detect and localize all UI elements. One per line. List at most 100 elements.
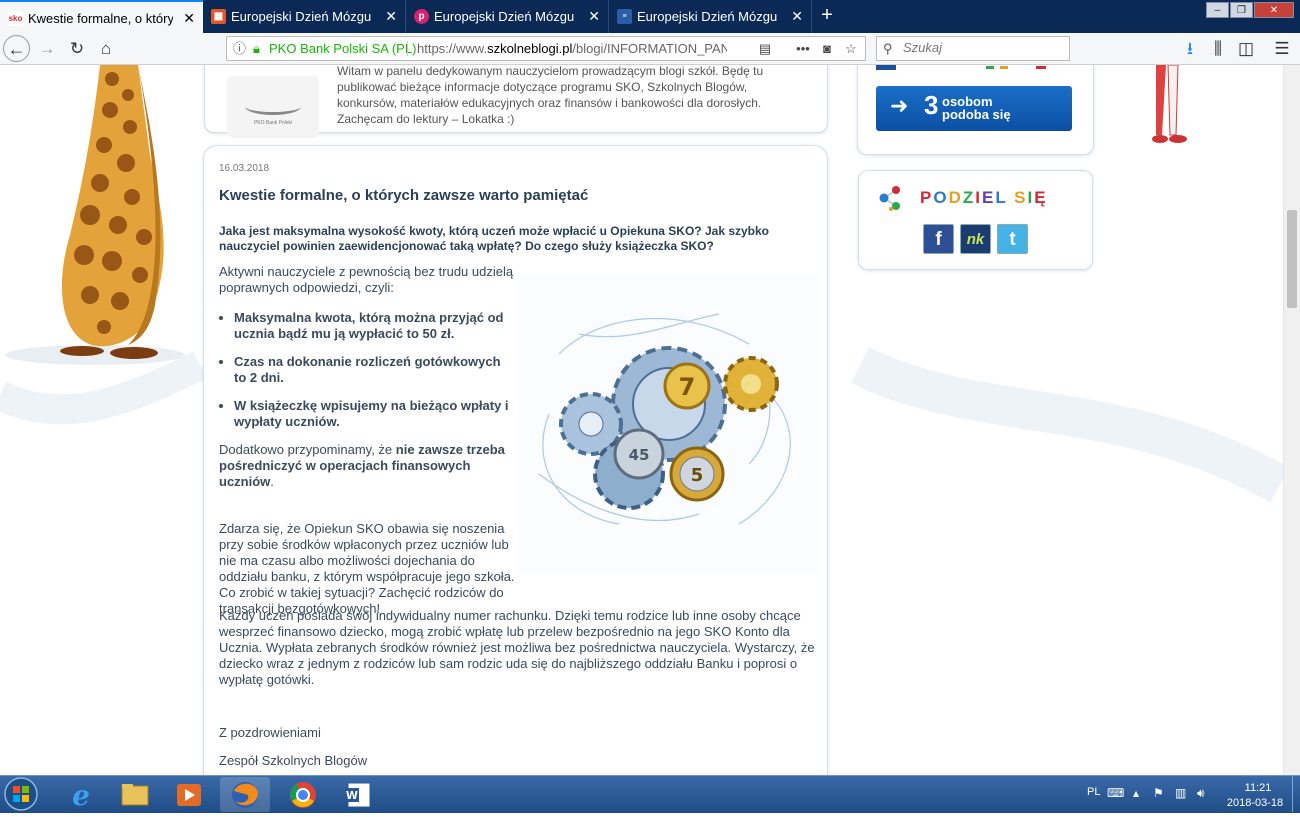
like-box-header-partial: [876, 65, 1046, 70]
arrow-right-icon: ➜: [890, 93, 909, 118]
gear-right-icon: [723, 356, 779, 412]
url-domain: szkolneblogi.pl: [487, 41, 573, 56]
share-title-letter: D: [948, 188, 963, 207]
site-info-icon[interactable]: ⓘ: [233, 37, 246, 60]
firefox-icon[interactable]: [220, 777, 270, 812]
post-title[interactable]: Kwestie formalne, o których zawsze warto…: [219, 187, 588, 204]
lock-icon: 🔒︎: [253, 41, 260, 56]
clock-date[interactable]: 2018-03-18: [1222, 797, 1288, 809]
svg-text:W: W: [346, 789, 358, 802]
word-icon[interactable]: W: [334, 777, 384, 812]
tab-close-icon[interactable]: ✕: [385, 0, 397, 33]
close-window-button[interactable]: ✕: [1254, 2, 1294, 18]
url-separator: [407, 41, 408, 56]
nk-share-button[interactable]: nk: [960, 224, 991, 254]
post-signature: Zespół Szkolnych Blogów: [219, 753, 368, 768]
chrome-icon[interactable]: [278, 777, 328, 812]
author-panel: PKO Bank Polski Witam w panelu dedykowan…: [204, 65, 828, 138]
show-desktop-button[interactable]: [1292, 776, 1300, 812]
sidebar-icon[interactable]: ◫: [1234, 37, 1258, 61]
news-favicon-icon: ≡: [617, 9, 632, 24]
reader-view-icon[interactable]: ▤: [755, 37, 775, 60]
windows-taskbar: e W PL ⌨ ▴ ⚑ ▥ 🔊︎ 11:21 2018-03-18: [0, 775, 1300, 813]
downloads-icon[interactable]: ⭳: [1178, 37, 1202, 61]
p-favicon-icon: p: [414, 9, 429, 24]
reload-icon[interactable]: ↻: [65, 37, 89, 61]
tab-close-icon[interactable]: ✕: [588, 0, 600, 33]
post-full-width-text: Każdy uczeń posiada swój indywidualny nu…: [219, 608, 819, 688]
library-icon[interactable]: ⫼: [1206, 37, 1230, 61]
new-tab-button[interactable]: +: [814, 0, 840, 33]
mascot-legs: [1152, 65, 1187, 143]
media-player-icon[interactable]: [164, 777, 214, 812]
gears-coins-illustration: 7 45 5: [519, 274, 817, 574]
author-intro-text: Witam w panelu dedykowanym nauczycielom …: [337, 65, 764, 126]
minimize-button[interactable]: –: [1206, 2, 1229, 18]
search-bar[interactable]: ⚲: [876, 36, 1070, 61]
pko-logo-caption: PKO Bank Polski: [253, 120, 293, 126]
language-indicator[interactable]: PL: [1087, 786, 1100, 798]
home-icon[interactable]: ⌂: [94, 37, 118, 61]
tab-dzien-mozgu-2018[interactable]: ▦ Europejski Dzień Mózgu 2018 - ✕: [203, 0, 406, 33]
tray-expand-icon[interactable]: ▴: [1133, 786, 1139, 800]
tab-label: Kwestie formalne, o których zaw: [28, 11, 173, 26]
share-title-letter: Z: [962, 188, 976, 207]
page-actions-icon[interactable]: •••: [793, 37, 813, 60]
bookmark-star-icon[interactable]: ☆: [841, 37, 861, 60]
url-prefix: https://www.: [417, 41, 488, 56]
like-label-line2: podoba się: [942, 107, 1011, 122]
restore-button[interactable]: ❐: [1230, 2, 1253, 18]
share-title-letter: Ę: [1034, 188, 1048, 207]
pocket-icon[interactable]: ◙: [817, 37, 837, 60]
reminder-suffix: .: [270, 474, 274, 489]
tab-strip: sko Kwestie formalne, o których zaw ✕ ▦ …: [0, 0, 1300, 33]
tab-close-icon[interactable]: ✕: [791, 0, 803, 33]
post-bullet-list: Maksymalna kwota, którą można przyjąć od…: [219, 310, 519, 430]
url-path: /blogi/INFORMATION_PANE: [572, 41, 727, 56]
network-icon[interactable]: ▥: [1175, 786, 1186, 800]
volume-icon[interactable]: 🔊︎: [1197, 786, 1205, 801]
post-paragraph-3: Każdy uczeń posiada swój indywidualny nu…: [219, 608, 815, 687]
coin-five-icon: 5: [669, 446, 725, 502]
twitter-share-button[interactable]: t: [997, 224, 1028, 254]
coin-label: 7: [679, 373, 696, 401]
file-explorer-icon[interactable]: [110, 777, 160, 812]
post-lead: Jaka jest maksymalna wysokość kwoty, któ…: [219, 224, 770, 253]
list-item: W książeczkę wpisujemy na bieżąco wpłaty…: [234, 398, 519, 430]
like-box: ➜ 3 osobom podoba się: [857, 65, 1094, 155]
share-icon: [879, 186, 900, 211]
internet-explorer-icon[interactable]: e: [56, 777, 106, 812]
share-title-letter: P: [920, 188, 934, 207]
tab-dzien-mozgu-czyli[interactable]: ≡ Europejski Dzień Mózgu czyli m ✕: [609, 0, 812, 33]
tab-close-icon[interactable]: ✕: [183, 2, 195, 33]
coin-45-icon: 45: [613, 428, 665, 480]
menu-icon[interactable]: ☰: [1270, 37, 1294, 61]
reminder-prefix: Dodatkowo przypominamy, że: [219, 442, 396, 457]
tab-kwestie-formalne[interactable]: sko Kwestie formalne, o których zaw ✕: [0, 0, 203, 33]
post-intro: Aktywni nauczyciele z pewnością bez trud…: [219, 264, 514, 295]
coin-label: 45: [629, 446, 650, 464]
tab-dzien-mozgu-18[interactable]: p Europejski Dzień Mózgu - 18 m ✕: [406, 0, 609, 33]
post-signoff: Z pozdrowieniami: [219, 725, 321, 740]
forward-arrow-icon[interactable]: →: [35, 37, 59, 61]
keyboard-icon[interactable]: ⌨: [1107, 786, 1124, 800]
coin-seven-icon: 7: [663, 362, 711, 410]
like-label: osobom podoba się: [942, 95, 1011, 121]
share-title-letter: E: [981, 188, 996, 207]
scrollbar-thumb[interactable]: [1287, 210, 1297, 308]
back-arrow-icon[interactable]: ←: [3, 35, 30, 62]
page-scrollbar[interactable]: [1283, 65, 1300, 775]
url-text[interactable]: https://www.szkolneblogi.pl/blogi/INFORM…: [417, 37, 727, 60]
url-bar[interactable]: ⓘ 🔒︎ PKO Bank Polski SA (PL) https://www…: [226, 36, 866, 61]
list-item: Czas na dokonanie rozliczeń gotówkowych …: [234, 354, 519, 386]
sko-favicon-icon: sko: [8, 11, 23, 26]
action-center-icon[interactable]: ⚑: [1153, 786, 1164, 800]
facebook-share-button[interactable]: f: [923, 224, 954, 254]
clock-time[interactable]: 11:21: [1228, 782, 1288, 794]
like-button[interactable]: ➜ 3 osobom podoba się: [876, 86, 1072, 131]
tab-label: Europejski Dzień Mózgu 2018 -: [231, 9, 375, 24]
facebook-icon: f: [935, 229, 942, 250]
search-input[interactable]: [901, 39, 1065, 56]
share-title-letter: L: [995, 188, 1008, 207]
start-button[interactable]: [0, 776, 42, 812]
